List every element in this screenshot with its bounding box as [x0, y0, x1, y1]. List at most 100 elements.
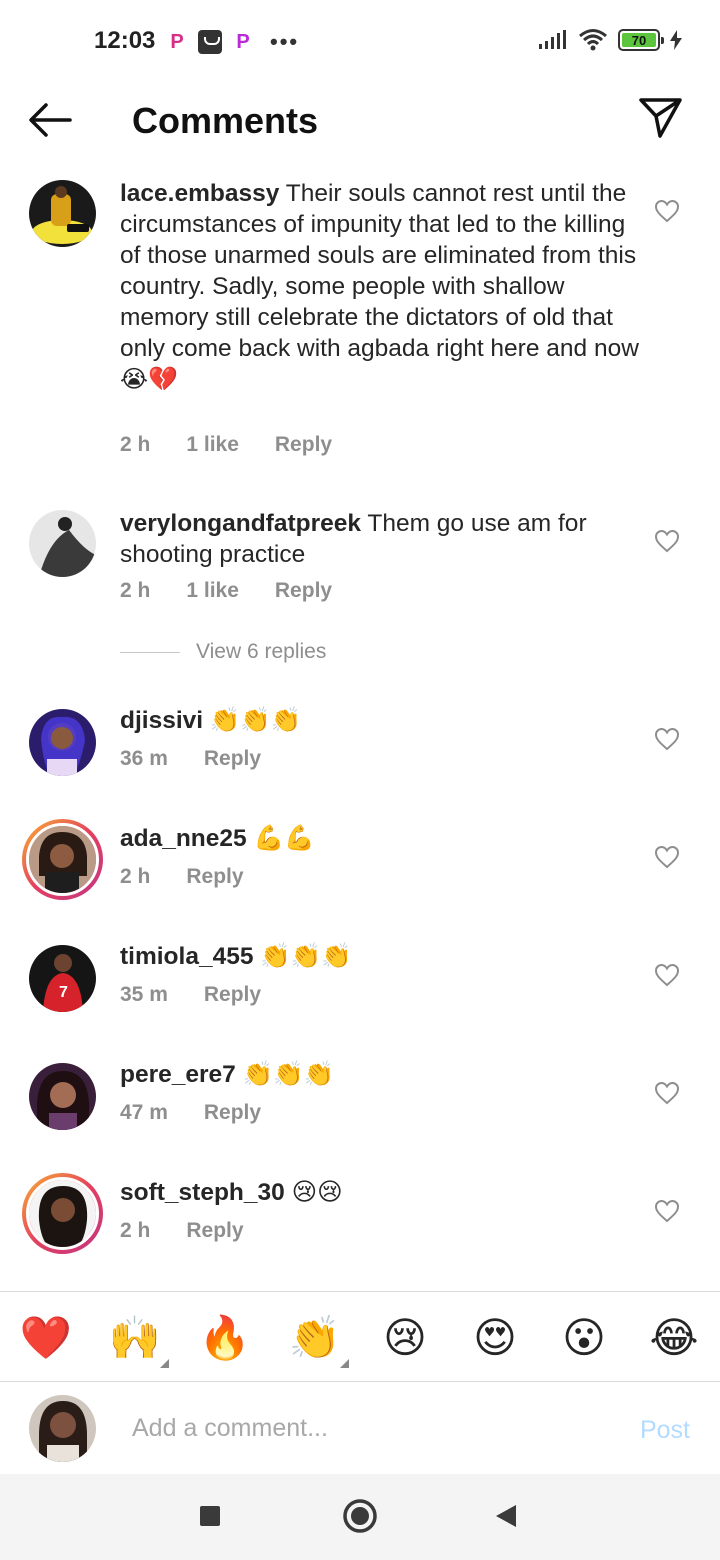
comment-likes[interactable]: 1 like	[186, 433, 239, 457]
battery-level: 70	[622, 33, 656, 48]
comment-content: 💪💪	[246, 825, 315, 852]
status-time: 12:03	[94, 27, 156, 54]
p-app-icon: P	[170, 30, 184, 53]
like-button[interactable]	[654, 1199, 680, 1223]
triangle-back-icon	[496, 1505, 516, 1527]
share-button[interactable]	[638, 96, 684, 140]
heart-outline-icon	[654, 1199, 680, 1223]
comment-username[interactable]: lace.embassy	[120, 180, 279, 207]
comment-time: 35 m	[120, 983, 168, 1006]
like-button[interactable]	[654, 1081, 680, 1105]
comment-time: 2 h	[120, 1219, 151, 1242]
wifi-icon	[579, 29, 607, 51]
comment-meta: 47 m Reply	[120, 1101, 261, 1125]
comment-text: soft_steph_30 😢😢	[120, 1177, 640, 1208]
p-app-icon: P	[236, 30, 250, 53]
comment-username[interactable]: ada_nne25	[120, 825, 247, 852]
avatar-image	[29, 1395, 96, 1462]
system-nav-bar	[0, 1474, 720, 1560]
avatar-image	[29, 826, 96, 893]
post-button[interactable]: Post	[640, 1416, 690, 1445]
avatar[interactable]: 7	[29, 945, 96, 1012]
my-avatar	[29, 1395, 96, 1462]
paper-plane-icon	[639, 98, 682, 138]
avatar-image	[29, 709, 96, 776]
comment-username[interactable]: pere_ere7	[120, 1061, 236, 1088]
status-right: 70	[538, 28, 682, 52]
emoji-crying-button[interactable]: 😢	[379, 1312, 431, 1364]
heart-outline-icon	[654, 727, 680, 751]
circle-icon	[343, 1499, 377, 1533]
emoji-clap: 👏	[288, 1314, 342, 1361]
comment-content: 👏👏👏	[235, 1061, 335, 1088]
reply-button[interactable]: Reply	[204, 983, 261, 1007]
reply-button[interactable]: Reply	[204, 1101, 261, 1125]
arrow-left-icon	[29, 103, 72, 137]
divider-line	[120, 651, 180, 653]
comment-username[interactable]: verylongandfatpreek	[120, 510, 361, 537]
svg-text:7: 7	[59, 984, 68, 1001]
view-replies-button[interactable]: View 6 replies	[120, 640, 326, 664]
bag-app-icon	[198, 30, 222, 54]
comment-content: 👏👏👏	[203, 707, 302, 734]
reply-button[interactable]: Reply	[275, 433, 332, 457]
like-button[interactable]	[654, 529, 680, 553]
heart-outline-icon	[654, 199, 680, 223]
avatar[interactable]	[22, 1173, 103, 1254]
emoji-quick-bar: ❤️ 🙌 🔥 👏 😢 😍 😮 😂	[0, 1291, 720, 1382]
emoji-clap-button[interactable]: 👏	[288, 1312, 349, 1368]
emoji-heart-eyes-button[interactable]: 😍	[469, 1312, 521, 1364]
like-button[interactable]	[654, 727, 680, 751]
comment-likes[interactable]: 1 like	[186, 579, 239, 603]
more-dots-icon: •••	[270, 29, 300, 54]
avatar[interactable]	[29, 510, 96, 577]
emoji-laughing-button[interactable]: 😂	[648, 1312, 700, 1364]
system-back-button[interactable]	[494, 1503, 518, 1534]
emoji-heart-button[interactable]: ❤️	[20, 1312, 72, 1364]
comment-username[interactable]: djissivi	[120, 707, 203, 734]
reply-button[interactable]: Reply	[204, 747, 261, 771]
avatar[interactable]	[29, 1063, 96, 1130]
view-replies-label: View 6 replies	[196, 640, 327, 663]
reply-button[interactable]: Reply	[275, 579, 332, 603]
comment-text: pere_ere7 👏👏👏	[120, 1059, 640, 1090]
like-button[interactable]	[654, 199, 680, 223]
avatar[interactable]	[29, 709, 96, 776]
skin-tone-indicator-icon	[160, 1359, 169, 1368]
reply-button[interactable]: Reply	[186, 865, 243, 889]
comment-meta: 2 h 1 like Reply	[120, 579, 332, 603]
comment-composer: Post	[0, 1382, 720, 1474]
signal-icon	[539, 30, 566, 49]
status-bar: 12:03 P P ••• 70	[0, 0, 720, 84]
comment-time: 47 m	[120, 1101, 168, 1124]
comment-username[interactable]: soft_steph_30	[120, 1179, 285, 1206]
avatar-image	[29, 1180, 96, 1247]
like-button[interactable]	[654, 845, 680, 869]
comment-content: 👏👏👏	[253, 943, 352, 970]
avatar[interactable]	[29, 180, 96, 247]
recents-button[interactable]	[198, 1504, 222, 1533]
comment-content: Their souls cannot rest until the circum…	[120, 180, 639, 362]
comment-username[interactable]: timiola_455	[120, 943, 253, 970]
emoji-raised-hands: 🙌	[108, 1314, 162, 1361]
like-button[interactable]	[654, 963, 680, 987]
back-button[interactable]	[26, 100, 74, 140]
home-button[interactable]	[342, 1498, 378, 1539]
emoji-surprised-button[interactable]: 😮	[558, 1312, 610, 1364]
emoji-fire-button[interactable]: 🔥	[199, 1312, 251, 1364]
avatar-image	[29, 1063, 96, 1130]
page-title: Comments	[132, 100, 319, 141]
comment-time: 2 h	[120, 433, 151, 456]
square-icon	[200, 1506, 220, 1526]
emoji-raised-hands-button[interactable]: 🙌	[108, 1312, 169, 1368]
header: Comments	[0, 84, 720, 156]
heart-outline-icon	[654, 845, 680, 869]
comment-text: ada_nne25 💪💪	[120, 823, 640, 854]
reply-button[interactable]: Reply	[186, 1219, 243, 1243]
comment-time: 2 h	[120, 865, 151, 888]
comment-input[interactable]	[132, 1410, 592, 1446]
heart-outline-icon	[654, 529, 680, 553]
avatar[interactable]	[22, 819, 103, 900]
skin-tone-indicator-icon	[340, 1359, 349, 1368]
comment-text: timiola_455 👏👏👏	[120, 941, 640, 972]
